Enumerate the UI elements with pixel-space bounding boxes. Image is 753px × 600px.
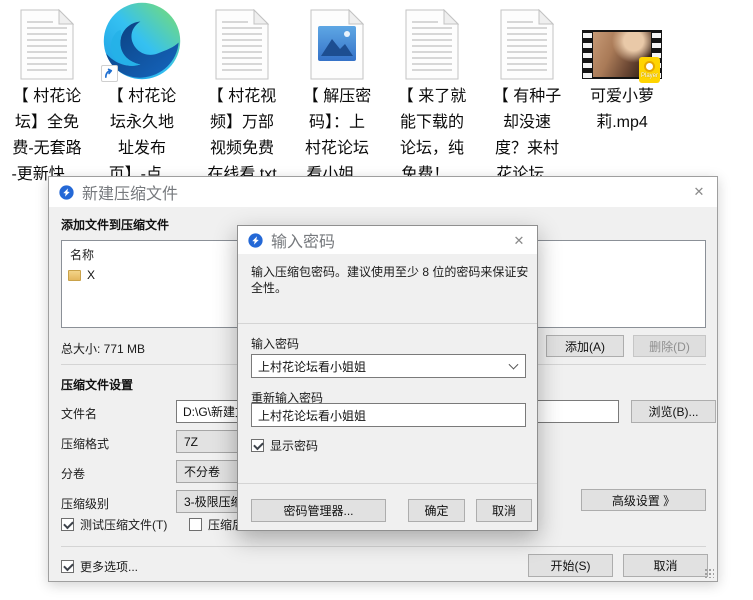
add-button[interactable]: 添加(A) xyxy=(546,335,624,357)
checkbox-icon[interactable] xyxy=(251,439,264,452)
icon-label: 【 来了就能下载的 论坛，纯免费！... xyxy=(386,84,478,188)
icon-label: 【 村花视频】万部 视频免费在线看.txt xyxy=(196,84,288,188)
icon-label: 【 有种子却没速 度？来村花论坛... xyxy=(481,84,573,188)
icon-label: 【 村花论坛】全免 费-无套路-更新快.... xyxy=(1,84,93,188)
icon-label: 【 村花论坛永久地 址发布页】-点... xyxy=(96,84,188,188)
video-thumbnail-icon: Player xyxy=(576,2,668,80)
enter-password-dialog: 输入密码 ✕ 输入压缩包密码。建议使用至少 8 位的密码来保证安全性。 输入密码… xyxy=(237,225,538,531)
checkbox-icon[interactable] xyxy=(61,518,74,531)
text-document-icon xyxy=(1,2,93,80)
divider xyxy=(238,323,537,324)
close-icon[interactable]: ✕ xyxy=(687,181,711,203)
checkbox-icon[interactable] xyxy=(189,518,202,531)
advanced-settings-button[interactable]: 高级设置 》 xyxy=(581,489,706,511)
text-document-icon xyxy=(386,2,478,80)
desktop-icon-file-6[interactable]: 【 有种子却没速 度？来村花论坛... xyxy=(481,2,573,188)
password-hint-text: 输入压缩包密码。建议使用至少 8 位的密码来保证安全性。 xyxy=(251,264,529,296)
player-badge-icon: Player xyxy=(639,57,660,83)
delete-button[interactable]: 删除(D) xyxy=(633,335,706,357)
section-add-files-label: 添加文件到压缩文件 xyxy=(61,216,169,233)
list-item-name: X xyxy=(87,268,95,282)
test-archive-checkbox[interactable]: 测试压缩文件(T) xyxy=(61,516,167,533)
start-button[interactable]: 开始(S) xyxy=(528,554,613,577)
folder-icon xyxy=(68,270,81,281)
browse-button[interactable]: 浏览(B)... xyxy=(631,400,716,423)
enter-password-label: 输入密码 xyxy=(251,335,299,352)
volume-label: 分卷 xyxy=(61,465,85,482)
filename-label: 文件名 xyxy=(61,405,97,422)
cancel-button[interactable]: 取消 xyxy=(476,499,532,522)
edge-browser-icon xyxy=(103,2,181,80)
bandizip-logo-icon xyxy=(59,185,74,200)
chevron-down-icon[interactable] xyxy=(509,360,519,370)
icon-label: 可爱小萝莉.mp4 xyxy=(576,84,668,136)
desktop-icon-file-5[interactable]: 【 来了就能下载的 论坛，纯免费！... xyxy=(386,2,478,188)
checkbox-icon[interactable] xyxy=(61,560,74,573)
desktop-icon-image-file[interactable]: 【 解压密码】：上 村花论坛看小姐... xyxy=(291,2,383,188)
desktop: 【 村花论坛】全免 费-无套路-更新快.... xyxy=(0,0,753,600)
show-password-checkbox[interactable]: 显示密码 xyxy=(251,437,318,454)
text-document-icon xyxy=(196,2,288,80)
total-size-label: 总大小: 771 MB xyxy=(61,340,145,357)
dialog-title: 新建压缩文件 xyxy=(82,180,178,204)
desktop-icon-file-1[interactable]: 【 村花论坛】全免 费-无套路-更新快.... xyxy=(1,2,93,188)
more-options-checkbox[interactable]: 更多选项... xyxy=(61,558,138,575)
password-manager-button[interactable]: 密码管理器... xyxy=(251,499,386,522)
text-document-icon xyxy=(481,2,573,80)
level-label: 压缩级别 xyxy=(61,495,109,512)
format-label: 压缩格式 xyxy=(61,435,109,452)
shortcut-arrow-icon xyxy=(101,65,118,82)
enter-password-combobox[interactable]: 上村花论坛看小姐姐 xyxy=(251,354,526,378)
resize-grip[interactable] xyxy=(704,568,714,578)
cancel-button[interactable]: 取消 xyxy=(623,554,708,577)
desktop-icon-file-3[interactable]: 【 村花视频】万部 视频免费在线看.txt xyxy=(196,2,288,188)
image-file-icon xyxy=(291,2,383,80)
ok-button[interactable]: 确定 xyxy=(408,499,465,522)
filmstrip-sprockets-left xyxy=(583,31,592,78)
bandizip-logo-icon xyxy=(248,233,263,248)
icon-label: 【 解压密码】：上 村花论坛看小姐... xyxy=(291,84,383,188)
new-archive-titlebar[interactable]: 新建压缩文件 ✕ xyxy=(49,177,717,207)
divider xyxy=(238,483,537,484)
close-icon[interactable]: ✕ xyxy=(507,230,531,252)
image-thumbnail-icon xyxy=(318,26,356,61)
password-titlebar[interactable]: 输入密码 ✕ xyxy=(238,226,537,254)
dialog-title: 输入密码 xyxy=(271,228,335,252)
confirm-password-input[interactable]: 上村花论坛看小姐姐 xyxy=(251,403,526,427)
desktop-icon-edge-shortcut[interactable]: 【 村花论坛永久地 址发布页】-点... xyxy=(96,2,188,188)
after-compress-checkbox[interactable]: 压缩后 xyxy=(189,516,244,533)
divider xyxy=(61,546,706,547)
desktop-icon-video-file[interactable]: Player 可爱小萝莉.mp4 xyxy=(576,2,668,136)
section-archive-settings-label: 压缩文件设置 xyxy=(61,376,133,393)
